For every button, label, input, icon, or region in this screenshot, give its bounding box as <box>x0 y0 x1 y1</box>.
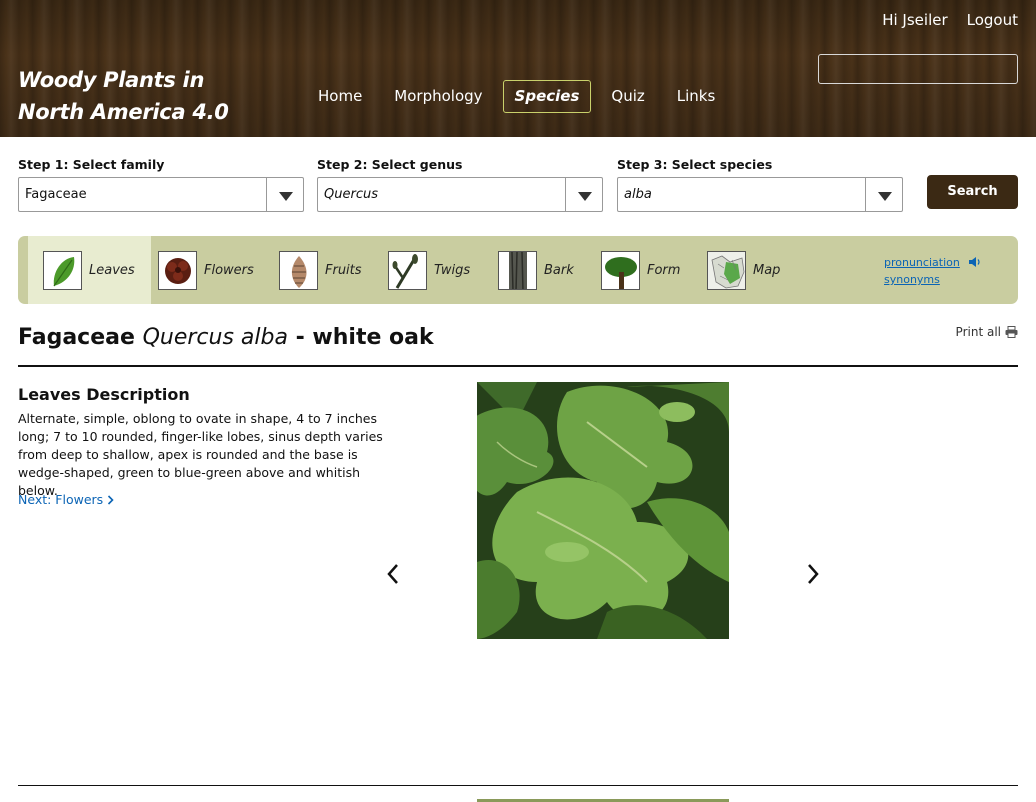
search-button[interactable]: Search <box>927 175 1018 209</box>
tab-map-label: Map <box>753 262 781 278</box>
fruit-icon <box>279 250 318 290</box>
species-common-name: - white oak <box>287 325 434 350</box>
species-select[interactable]: alba <box>617 177 903 212</box>
species-family: Fagaceae <box>18 325 135 350</box>
tab-flowers[interactable]: Flowers <box>158 236 254 304</box>
tab-fruits[interactable]: Fruits <box>279 236 362 304</box>
genus-select-value: Quercus <box>324 187 378 202</box>
species-side-links: pronunciation synonyms <box>884 254 980 288</box>
family-select[interactable]: Fagaceae <box>18 177 304 212</box>
step-genus-label: Step 2: Select genus <box>317 157 463 172</box>
nav-species[interactable]: Species <box>502 80 592 113</box>
section-divider <box>18 785 1018 786</box>
description-title: Leaves Description <box>18 385 190 404</box>
twig-icon <box>388 250 427 290</box>
step-family: Step 1: Select family Fagaceae <box>18 156 304 212</box>
next-flowers-link[interactable]: Next: Flowers <box>18 492 114 507</box>
family-select-value: Fagaceae <box>25 187 87 202</box>
user-greeting[interactable]: Hi Jseiler <box>882 11 947 29</box>
flower-icon <box>158 250 197 290</box>
tab-form[interactable]: Form <box>601 236 680 304</box>
site-title-line2: North America 4.0 <box>18 100 229 124</box>
tree-icon <box>601 250 640 290</box>
tab-twigs-label: Twigs <box>434 262 471 278</box>
print-all-label: Print all <box>955 325 1001 339</box>
next-link-label: Next: Flowers <box>18 492 104 507</box>
step-species: Step 3: Select species alba <box>617 156 903 212</box>
site-title-line1: Woody Plants in <box>18 68 205 92</box>
organ-tabbar: Leaves Flowers Fruits Twigs Bark Form Ma… <box>18 236 1018 304</box>
title-divider <box>18 365 1018 367</box>
map-icon <box>707 250 746 290</box>
genus-select[interactable]: Quercus <box>317 177 603 212</box>
nav-morphology[interactable]: Morphology <box>382 80 494 113</box>
step-family-label: Step 1: Select family <box>18 157 165 172</box>
print-all-button[interactable]: Print all <box>956 325 1018 339</box>
step-species-label: Step 3: Select species <box>617 157 773 172</box>
chevron-down-icon[interactable] <box>565 178 602 211</box>
tab-twigs[interactable]: Twigs <box>388 236 470 304</box>
chevron-right-icon <box>108 495 114 505</box>
tab-bark-label: Bark <box>544 262 574 278</box>
leaf-photo <box>477 382 729 639</box>
logout-link[interactable]: Logout <box>967 11 1018 29</box>
tab-leaves-label: Leaves <box>89 262 135 278</box>
tab-map[interactable]: Map <box>707 236 780 304</box>
previous-image-arrow[interactable] <box>383 562 403 586</box>
species-select-value: alba <box>624 187 652 202</box>
bark-icon <box>498 250 537 290</box>
chevron-down-icon[interactable] <box>865 178 902 211</box>
tab-bark[interactable]: Bark <box>498 236 574 304</box>
species-binomial: Quercus alba <box>142 325 288 350</box>
header-search-input[interactable] <box>818 54 1018 84</box>
species-title: Fagaceae Quercus alba - white oak <box>18 325 434 350</box>
nav-links[interactable]: Links <box>665 80 728 113</box>
user-links: Hi Jseiler Logout <box>863 11 1018 29</box>
tab-flowers-label: Flowers <box>204 262 254 278</box>
tab-form-label: Form <box>647 262 681 278</box>
step-genus: Step 2: Select genus Quercus <box>317 156 603 212</box>
leaf-icon <box>43 250 82 290</box>
site-header: Woody Plants in North America 4.0 Home M… <box>0 0 1036 137</box>
printer-icon <box>1005 326 1018 338</box>
description-text: Alternate, simple, oblong to ovate in sh… <box>18 411 383 498</box>
synonyms-link[interactable]: synonyms <box>884 271 960 288</box>
nav-home[interactable]: Home <box>306 80 374 113</box>
speaker-icon[interactable] <box>968 256 982 268</box>
tab-fruits-label: Fruits <box>325 262 362 278</box>
tab-leaves[interactable]: Leaves <box>28 236 151 304</box>
nav-quiz[interactable]: Quiz <box>599 80 656 113</box>
next-image-arrow[interactable] <box>803 562 823 586</box>
chevron-down-icon[interactable] <box>266 178 303 211</box>
main-nav: Home Morphology Species Quiz Links <box>306 80 735 113</box>
pronunciation-link[interactable]: pronunciation <box>884 254 960 271</box>
site-title[interactable]: Woody Plants in North America 4.0 <box>18 64 248 128</box>
